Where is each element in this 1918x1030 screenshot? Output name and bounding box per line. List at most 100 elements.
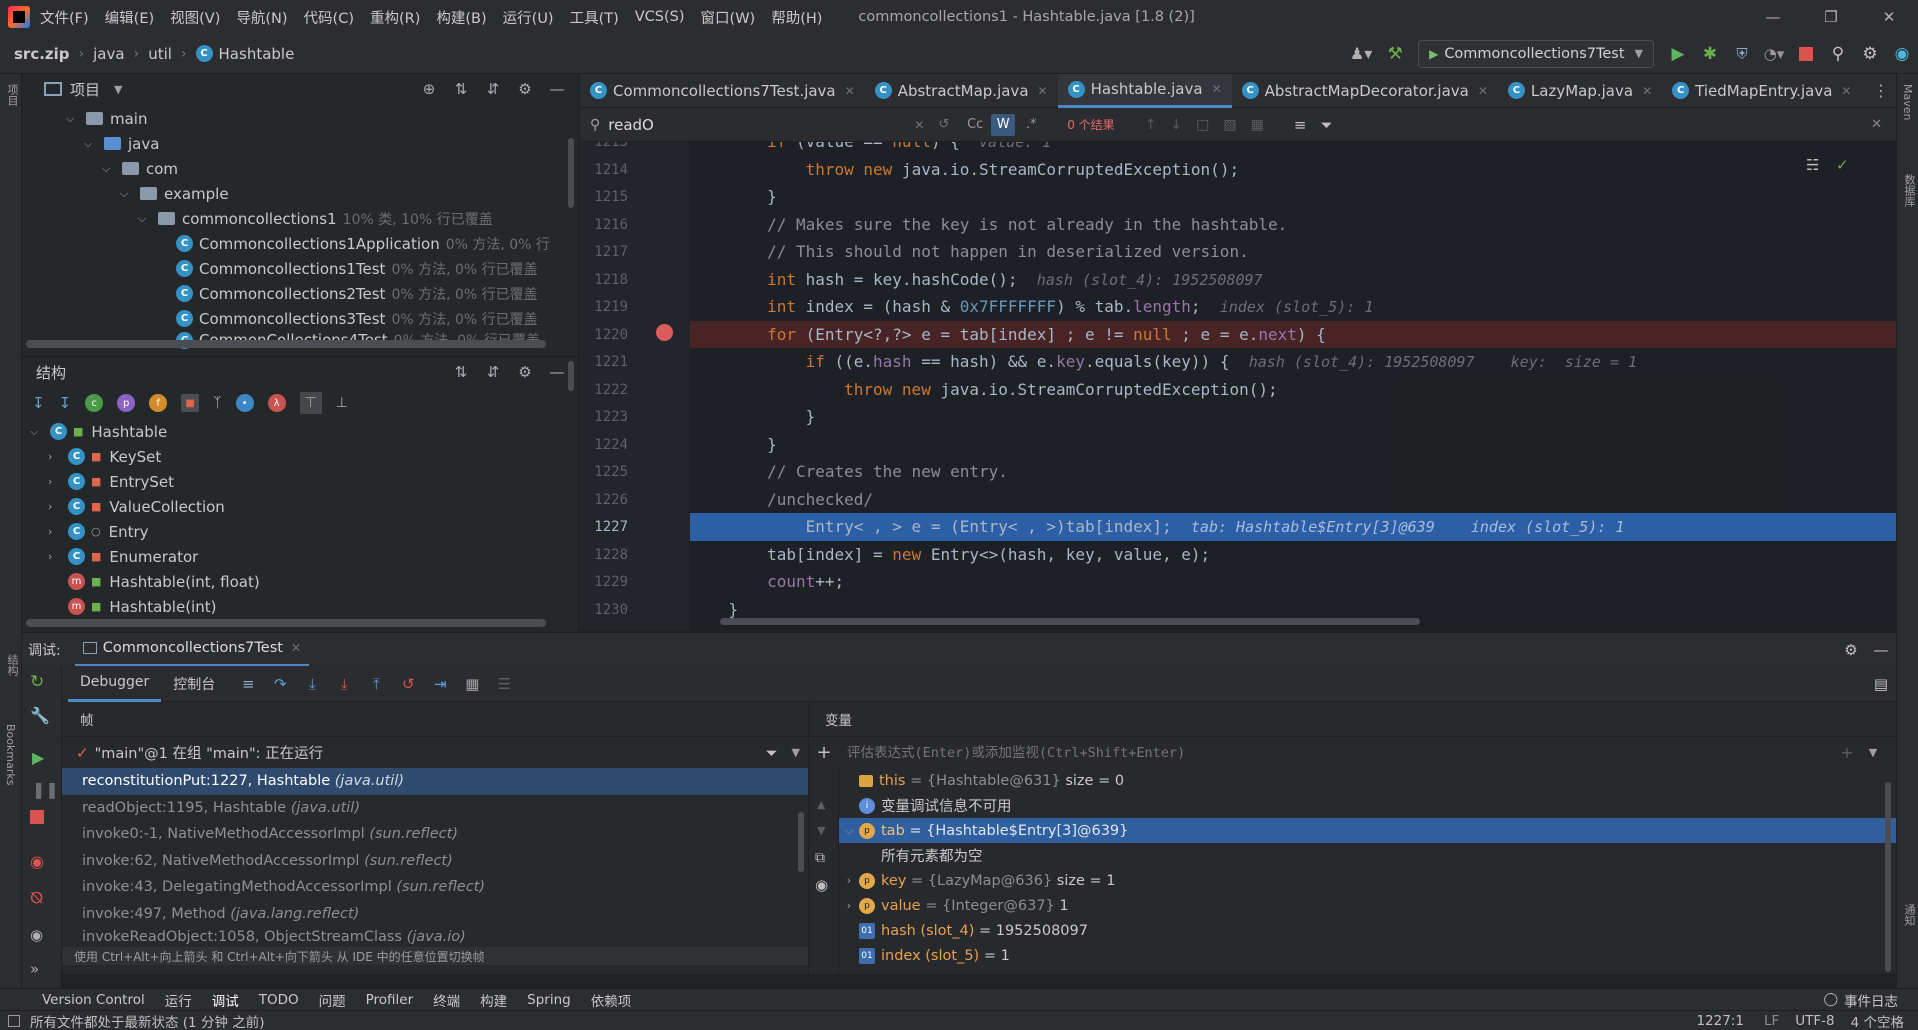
reader-mode-icon[interactable]: ☵: [1806, 156, 1819, 174]
filter-options-icon[interactable]: ≡: [1294, 116, 1307, 134]
down-icon[interactable]: ▼: [817, 824, 825, 837]
trace-current-stream-icon[interactable]: ☰: [493, 673, 515, 695]
expand-all-icon[interactable]: ⇅: [450, 78, 472, 100]
debug-settings-gear-icon[interactable]: ⚙: [1836, 641, 1866, 659]
stripe-project[interactable]: 项目: [4, 84, 20, 106]
filter-funnel-icon[interactable]: ⏷: [766, 744, 778, 762]
chevron-down-icon[interactable]: ⌵: [102, 162, 116, 176]
menu-navigate[interactable]: 导航(N): [236, 7, 287, 28]
search-history-icon[interactable]: ↺: [938, 117, 949, 132]
show-lambdas-icon[interactable]: ᛉ: [213, 395, 221, 411]
coverage-icon[interactable]: ⛨: [1726, 45, 1758, 63]
toolwindow-dependencies[interactable]: 依赖项: [591, 990, 632, 1010]
frame-row[interactable]: invoke:62, NativeMethodAccessorImpl (sun…: [62, 848, 808, 875]
hide-debug-panel-icon[interactable]: —: [1866, 641, 1896, 659]
horizontal-scrollbar[interactable]: [26, 619, 546, 627]
tree-item-com[interactable]: ⌵ com: [22, 156, 578, 181]
debug-icon[interactable]: ✱: [1694, 44, 1726, 64]
frame-row[interactable]: invoke0:-1, NativeMethodAccessorImpl (su…: [62, 821, 808, 848]
jetbrains-toolbox-icon[interactable]: ◉: [1886, 44, 1918, 64]
add-to-watches-icon[interactable]: +: [1834, 743, 1860, 762]
step-into-icon[interactable]: ⤓: [301, 673, 323, 695]
vertical-scrollbar[interactable]: [568, 361, 574, 391]
frame-row[interactable]: invokeReadObject:1058, ObjectStreamClass…: [62, 927, 808, 947]
variable-row-this[interactable]: this = {Hashtable@631} size = 0: [839, 768, 1896, 793]
tree-item-example[interactable]: ⌵ example: [22, 181, 578, 206]
close-tab-icon[interactable]: ✕: [1478, 84, 1488, 98]
run-icon[interactable]: ▶: [1662, 44, 1694, 64]
close-session-icon[interactable]: ✕: [291, 641, 301, 655]
panel-settings-gear-icon[interactable]: ⚙: [514, 361, 536, 383]
chevron-right-icon[interactable]: ›: [48, 550, 62, 563]
locate-file-icon[interactable]: ⊕: [418, 78, 440, 100]
horizontal-scrollbar[interactable]: [26, 340, 546, 348]
tab-console[interactable]: 控制台: [161, 666, 227, 702]
search-icon[interactable]: ⚲: [590, 117, 600, 133]
autoscroll-to-source-icon[interactable]: ⊤: [299, 392, 322, 414]
toolwindow-build[interactable]: 构建: [480, 990, 507, 1010]
restore-icon[interactable]: ❐: [1802, 8, 1860, 26]
frame-row[interactable]: readObject:1195, Hashtable (java.util): [62, 795, 808, 822]
variable-row-value[interactable]: › p value = {Integer@637} 1: [839, 893, 1896, 918]
step-over-icon[interactable]: ↷: [269, 673, 291, 695]
chevron-right-icon[interactable]: ›: [48, 450, 62, 463]
stripe-notifications[interactable]: 通知: [1901, 904, 1917, 926]
stripe-structure[interactable]: 结构: [4, 654, 20, 676]
editor-gutter[interactable]: 1213 1214 1215 1216 1217 1218 1219 1220 …: [580, 142, 690, 630]
structure-item[interactable]: › C ■ Enumerator: [22, 544, 578, 569]
structure-item[interactable]: › C ■ ValueCollection: [22, 494, 578, 519]
close-find-bar-icon[interactable]: ✕: [1871, 117, 1882, 132]
breadcrumb-java[interactable]: java: [93, 45, 124, 63]
chevron-right-icon[interactable]: ›: [48, 475, 62, 488]
menu-code[interactable]: 代码(C): [304, 7, 354, 28]
mute-breakpoints-icon[interactable]: ⦰: [30, 888, 43, 908]
filter-funnel-icon[interactable]: ⏷: [1320, 116, 1332, 134]
chevron-down-icon[interactable]: ⌵: [138, 212, 152, 226]
chevron-right-icon[interactable]: ›: [48, 500, 62, 513]
select-all-occurrences-icon[interactable]: □: [1196, 117, 1209, 133]
breadcrumb-src-zip[interactable]: src.zip: [14, 45, 70, 63]
variable-row-key[interactable]: › p key = {LazyMap@636} size = 1: [839, 868, 1896, 893]
chevron-down-icon[interactable]: ⌵: [120, 187, 134, 201]
expand-all-icon[interactable]: ⇅: [450, 361, 472, 383]
close-tab-icon[interactable]: ✕: [1841, 84, 1851, 98]
indent-setting[interactable]: 4 个空格: [1851, 1011, 1904, 1030]
stop-icon[interactable]: [1790, 46, 1822, 61]
editor-horizontal-scrollbar[interactable]: [720, 618, 1420, 625]
match-case-toggle[interactable]: Cc: [963, 114, 987, 136]
stop-debug-icon[interactable]: [30, 810, 44, 824]
run-to-cursor-icon[interactable]: ⇥: [429, 673, 451, 695]
chevron-down-icon[interactable]: ⌵: [30, 425, 44, 439]
drop-frame-icon[interactable]: ↺: [397, 673, 419, 695]
step-out-icon[interactable]: ⤒: [365, 673, 387, 695]
search-input[interactable]: [608, 115, 909, 134]
menu-file[interactable]: 文件(F): [40, 7, 89, 28]
chevron-right-icon[interactable]: ›: [839, 899, 859, 912]
panel-settings-gear-icon[interactable]: ⚙: [514, 78, 536, 100]
evaluate-expression-input[interactable]: [839, 744, 1834, 761]
tree-item-class[interactable]: C Commoncollections2Test 0% 方法, 0% 行已覆盖: [22, 281, 578, 306]
toolwindow-terminal[interactable]: 终端: [433, 990, 460, 1010]
variables-scrollbar[interactable]: [1885, 782, 1891, 972]
rerun-icon[interactable]: ↻: [30, 672, 44, 692]
force-step-into-icon[interactable]: ⤓: [333, 673, 355, 695]
tab-hashtable[interactable]: C Hashtable.java ✕: [1057, 73, 1232, 108]
toolwindow-profiler[interactable]: Profiler: [366, 992, 414, 1008]
chevron-down-icon[interactable]: ⌵: [84, 137, 98, 151]
stripe-maven[interactable]: Maven: [1901, 84, 1914, 120]
show-inherited-icon[interactable]: c: [85, 394, 104, 412]
show-non-public-icon[interactable]: ■: [181, 394, 200, 412]
tree-item-class[interactable]: C Commoncollections1Test 0% 方法, 0% 行已覆盖: [22, 256, 578, 281]
caret-position[interactable]: 1227:1: [1696, 1013, 1744, 1029]
thread-selector[interactable]: ✓ "main"@1 在组 "main": 正在运行 ⏷ ▼: [62, 736, 808, 768]
camera-icon[interactable]: ◉: [30, 926, 43, 944]
variable-row-hash[interactable]: 01 hash (slot_4) = 1952508097: [839, 918, 1896, 943]
hide-panel-icon[interactable]: —: [546, 361, 568, 383]
toolwindow-debug[interactable]: 调试: [212, 990, 239, 1010]
tab-tiedmapentry[interactable]: C TiedMapEntry.java ✕: [1662, 74, 1861, 108]
variable-row-info[interactable]: i 变量调试信息不可用: [839, 793, 1896, 818]
frame-row[interactable]: invoke:43, DelegatingMethodAccessorImpl …: [62, 874, 808, 901]
chevron-down-icon[interactable]: ▼: [114, 83, 122, 96]
add-selection-icon[interactable]: ▧: [1223, 117, 1236, 133]
inspection-ok-icon[interactable]: ✓: [1836, 156, 1849, 174]
